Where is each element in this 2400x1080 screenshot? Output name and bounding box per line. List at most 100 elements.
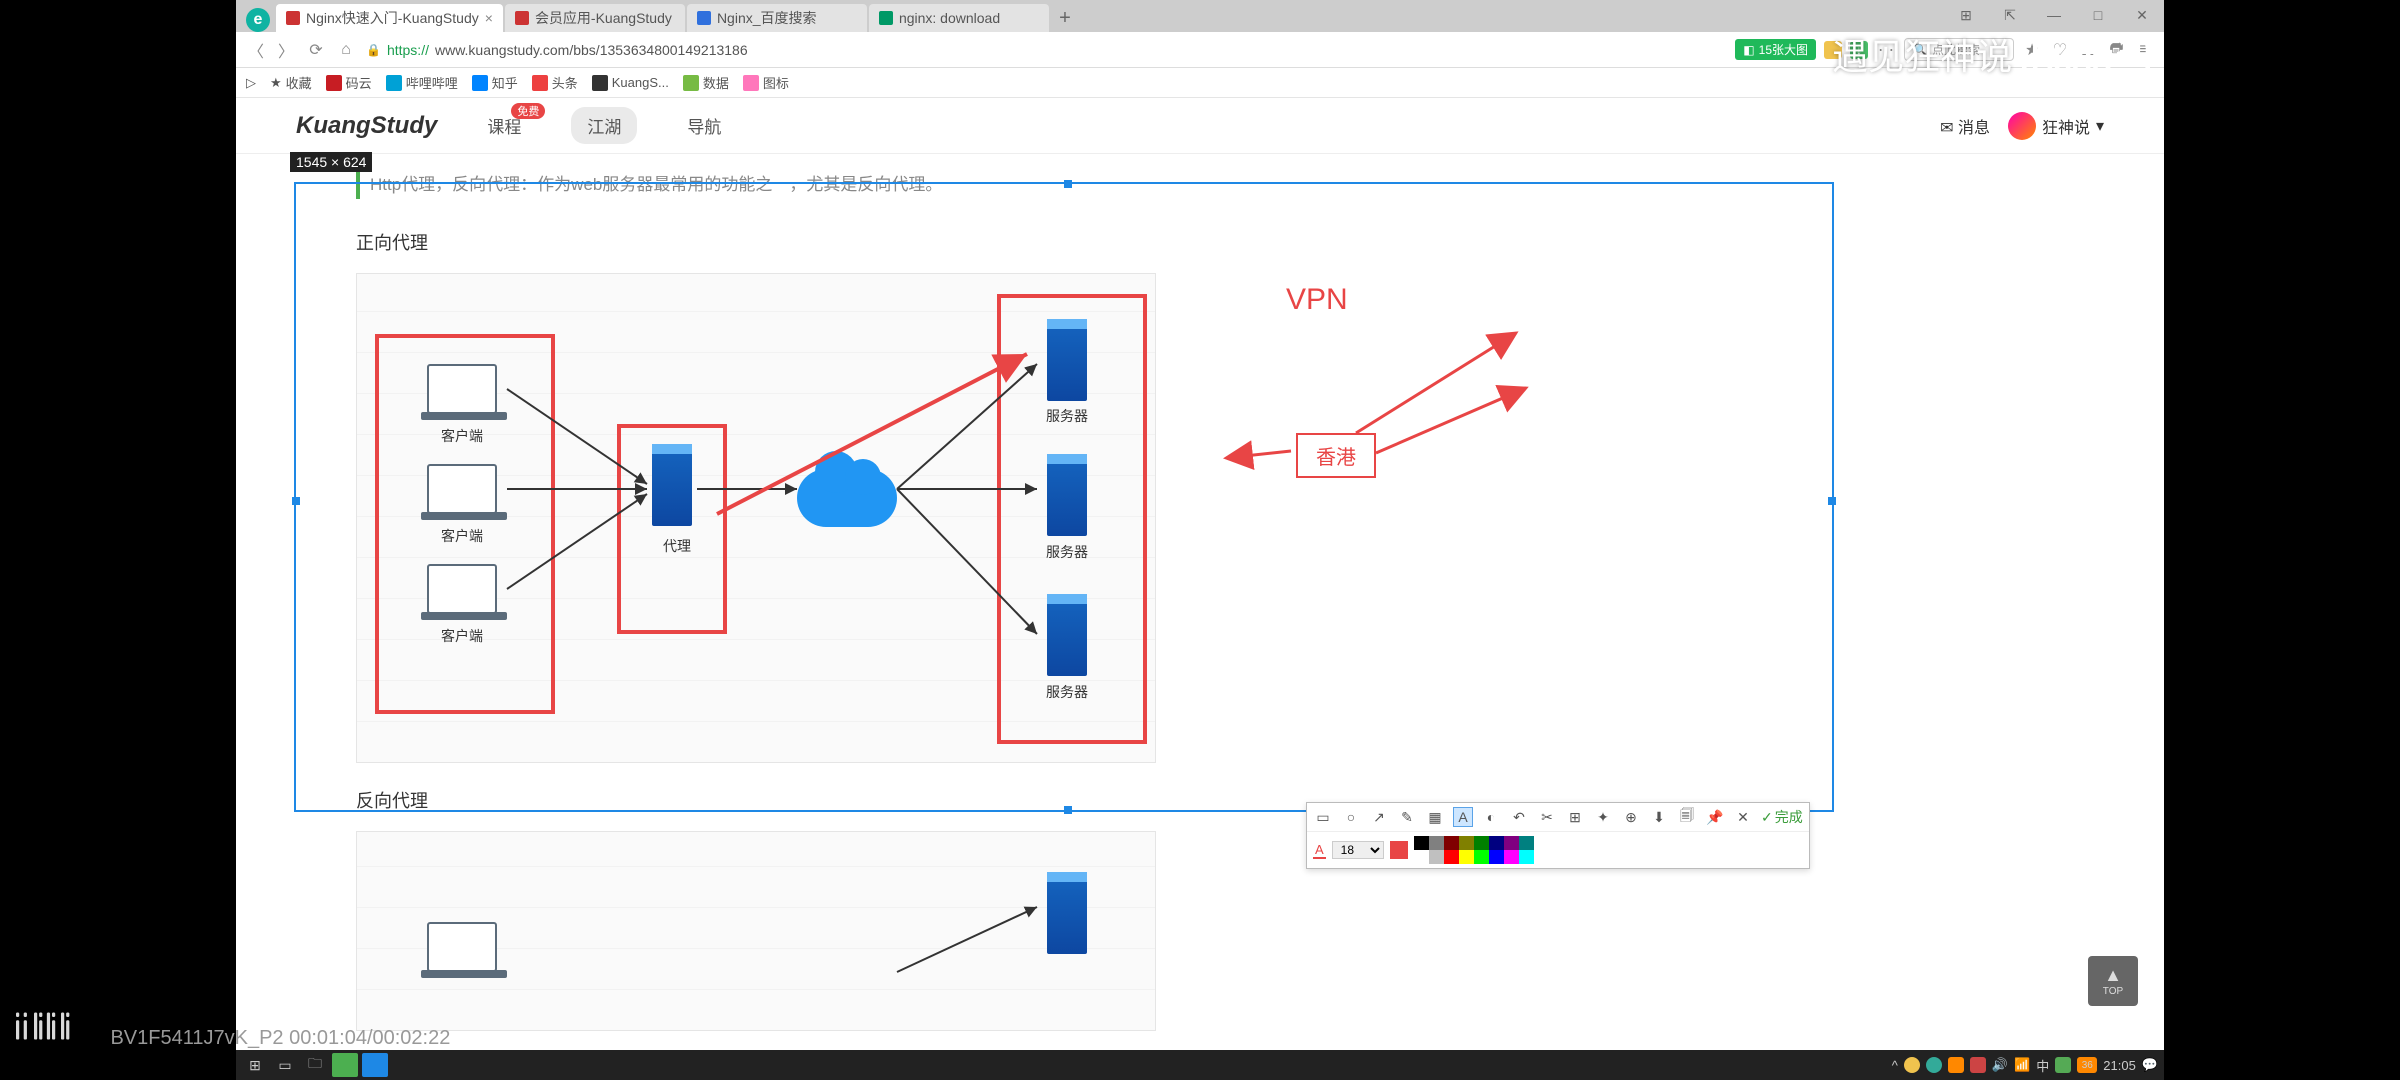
ime-icon[interactable]: 中 <box>2036 1056 2049 1075</box>
bm-fav[interactable]: ★ 收藏 <box>270 73 312 92</box>
tab-1-title: 会员应用-KuangStudy <box>535 8 672 28</box>
client-3-label: 客户端 <box>427 626 497 646</box>
arrow-tool[interactable]: ↗ <box>1369 807 1389 827</box>
cancel-tool[interactable]: ✕ <box>1733 807 1753 827</box>
pin-icon[interactable]: ⇱ <box>1988 0 2032 30</box>
ellipse-tool[interactable]: ○ <box>1341 807 1361 827</box>
client-3-icon <box>427 564 497 614</box>
palette-color[interactable] <box>1429 850 1444 864</box>
bm-zhihu[interactable]: 知乎 <box>472 73 518 92</box>
temp-icon[interactable]: 36 <box>2077 1057 2097 1073</box>
new-tab-button[interactable]: + <box>1051 4 1079 32</box>
tray-2-icon[interactable] <box>1926 1057 1942 1073</box>
palette-color[interactable] <box>1474 836 1489 850</box>
home-button[interactable]: ⌂ <box>336 40 356 60</box>
user-menu[interactable]: 狂神说 ▾ <box>2008 112 2104 140</box>
bm-gitee[interactable]: 码云 <box>326 73 372 92</box>
volume-icon[interactable]: 🔊 <box>1992 1057 2008 1073</box>
done-button[interactable]: ✓完成 <box>1761 807 1803 827</box>
tray-5-icon[interactable] <box>2055 1057 2071 1073</box>
back-button[interactable]: 〈 <box>246 40 266 60</box>
screenshot-toolbar: ▭ ○ ↗ ✎ ▦ A ◐ ↶ ✂ ⊞ ✦ ⊕ ⬇ 🗐 📌 ✕ ✓完成 A 18 <box>1306 802 1810 869</box>
site-logo[interactable]: KuangStudy <box>296 112 437 140</box>
palette-color[interactable] <box>1489 850 1504 864</box>
current-color[interactable] <box>1390 841 1408 859</box>
notif-icon[interactable]: 💬 <box>2142 1057 2158 1073</box>
url-input[interactable]: 🔒 https://www.kuangstudy.com/bbs/1353634… <box>366 42 1725 58</box>
font-size-select[interactable]: 18 <box>1332 841 1384 859</box>
explorer-icon[interactable]: 🗀 <box>302 1053 328 1077</box>
client-r1-icon <box>427 922 497 972</box>
tab-3-title: nginx: download <box>899 10 1000 26</box>
palette-color[interactable] <box>1504 836 1519 850</box>
palette-color[interactable] <box>1414 850 1429 864</box>
tab-2-title: Nginx_百度搜索 <box>717 8 817 28</box>
tray-3-icon[interactable] <box>1948 1057 1964 1073</box>
palette-color[interactable] <box>1444 850 1459 864</box>
back-to-top-button[interactable]: ▲ TOP <box>2088 956 2138 1006</box>
client-2-label: 客户端 <box>427 526 497 546</box>
bm-toggle[interactable]: ▷ <box>246 75 256 91</box>
tray-up-icon[interactable]: ^ <box>1892 1058 1898 1073</box>
undo-tool[interactable]: ↶ <box>1509 807 1529 827</box>
tray-4-icon[interactable] <box>1970 1057 1986 1073</box>
text-tool[interactable]: A <box>1453 807 1473 827</box>
clock[interactable]: 21:05 <box>2103 1058 2136 1073</box>
pen-tool[interactable]: ✎ <box>1397 807 1417 827</box>
reload-button[interactable]: ⟳ <box>306 40 326 60</box>
proxy-server-icon <box>652 444 692 526</box>
bm-toutiao[interactable]: 头条 <box>532 73 578 92</box>
bm-bilibili[interactable]: 哔哩哔哩 <box>386 73 458 92</box>
color-palette[interactable] <box>1414 836 1534 864</box>
server-1-label: 服务器 <box>1037 406 1097 426</box>
palette-color[interactable] <box>1474 850 1489 864</box>
copy-tool[interactable]: 🗐 <box>1677 807 1697 827</box>
forward-proxy-diagram: 客户端 客户端 客户端 代理 服务器 服务器 服务器 <box>356 273 1156 763</box>
app-2-icon[interactable] <box>362 1053 388 1077</box>
tray-1-icon[interactable] <box>1904 1057 1920 1073</box>
bm-kuang[interactable]: KuangS... <box>592 75 669 91</box>
more-tool[interactable]: ⊕ <box>1621 807 1641 827</box>
ext-icon[interactable]: ⊞ <box>1944 0 1988 30</box>
tab-1[interactable]: 会员应用-KuangStudy <box>505 4 685 32</box>
close-icon[interactable]: × <box>485 10 493 26</box>
maximize-button[interactable]: □ <box>2076 0 2120 30</box>
palette-color[interactable] <box>1504 850 1519 864</box>
tab-3[interactable]: nginx: download <box>869 4 1049 32</box>
mosaic-tool[interactable]: ▦ <box>1425 807 1445 827</box>
palette-color[interactable] <box>1459 836 1474 850</box>
nav-nav[interactable]: 导航 <box>687 113 721 138</box>
start-button[interactable]: ⊞ <box>242 1053 268 1077</box>
highlight-tool[interactable]: ◐ <box>1481 807 1501 827</box>
tab-2[interactable]: Nginx_百度搜索 <box>687 4 867 32</box>
nav-jianghu[interactable]: 江湖 <box>571 107 637 144</box>
minimize-button[interactable]: — <box>2032 0 2076 30</box>
palette-color[interactable] <box>1459 850 1474 864</box>
forward-button[interactable]: 〉 <box>276 40 296 60</box>
qr-tool[interactable]: ⊞ <box>1565 807 1585 827</box>
tab-0[interactable]: Nginx快速入门-KuangStudy× <box>276 4 503 32</box>
app-1-icon[interactable] <box>332 1053 358 1077</box>
crop-tool[interactable]: ✂ <box>1537 807 1557 827</box>
article-body: Http代理，反向代理：作为web服务器最常用的功能之一，尤其是反向代理。 正向… <box>296 154 1836 1071</box>
wifi-icon[interactable]: 📶 <box>2014 1057 2030 1073</box>
nav-courses[interactable]: 课程免费 <box>487 113 521 138</box>
bm-icon[interactable]: 图标 <box>743 73 789 92</box>
palette-color[interactable] <box>1444 836 1459 850</box>
palette-color[interactable] <box>1414 836 1429 850</box>
messages-link[interactable]: ✉ 消息 <box>1940 114 1990 138</box>
image-count-badge[interactable]: ◧15张大图 <box>1735 39 1816 60</box>
palette-color[interactable] <box>1489 836 1504 850</box>
palette-color[interactable] <box>1519 850 1534 864</box>
palette-color[interactable] <box>1519 836 1534 850</box>
free-badge: 免费 <box>511 103 545 119</box>
pin2-tool[interactable]: 📌 <box>1705 807 1725 827</box>
taskview-button[interactable]: ▭ <box>272 1053 298 1077</box>
video-watermark: 遇见狂神说 <box>1832 28 2150 80</box>
palette-color[interactable] <box>1429 836 1444 850</box>
close-button[interactable]: ✕ <box>2120 0 2164 30</box>
bm-data[interactable]: 数据 <box>683 73 729 92</box>
download-tool[interactable]: ⬇ <box>1649 807 1669 827</box>
star-tool[interactable]: ✦ <box>1593 807 1613 827</box>
rect-tool[interactable]: ▭ <box>1313 807 1333 827</box>
